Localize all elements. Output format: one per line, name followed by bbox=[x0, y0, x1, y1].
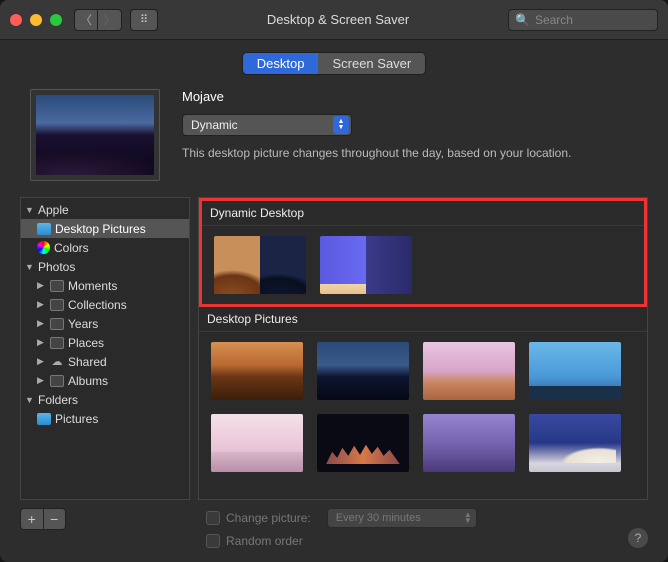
forward-button: 〉 bbox=[98, 9, 122, 31]
tree-item-shared[interactable]: ▶☁Shared bbox=[21, 352, 189, 371]
cloud-icon: ☁ bbox=[50, 356, 64, 368]
grid-icon: ⠿ bbox=[140, 13, 148, 26]
source-tree[interactable]: ▼Apple Desktop Pictures Colors ▼Photos ▶… bbox=[20, 197, 190, 500]
updown-icon: ▲▼ bbox=[464, 512, 472, 524]
tree-item-colors[interactable]: Colors bbox=[21, 238, 189, 257]
tree-item-collections[interactable]: ▶Collections bbox=[21, 295, 189, 314]
back-button[interactable]: 〈 bbox=[74, 9, 98, 31]
show-all-button[interactable]: ⠿ bbox=[130, 9, 158, 31]
tab-desktop[interactable]: Desktop bbox=[243, 53, 319, 74]
help-button[interactable]: ? bbox=[628, 528, 648, 548]
wallpaper-name: Mojave bbox=[182, 89, 648, 104]
tree-group-apple[interactable]: ▼Apple bbox=[21, 200, 189, 219]
tree-item-albums[interactable]: ▶Albums bbox=[21, 371, 189, 390]
tree-group-folders[interactable]: ▼Folders bbox=[21, 390, 189, 409]
disclosure-down-icon: ▼ bbox=[25, 205, 34, 215]
album-icon bbox=[50, 318, 64, 330]
wallpaper-thumb[interactable] bbox=[423, 342, 515, 400]
section-title: Dynamic Desktop bbox=[202, 201, 644, 226]
wallpaper-thumb[interactable] bbox=[214, 236, 306, 294]
help-icon: ? bbox=[635, 531, 642, 545]
tree-item-desktop-pictures[interactable]: Desktop Pictures bbox=[21, 219, 189, 238]
folder-icon bbox=[37, 223, 51, 235]
section-title: Desktop Pictures bbox=[199, 307, 647, 332]
album-icon bbox=[50, 337, 64, 349]
random-order-checkbox bbox=[206, 534, 220, 548]
change-picture-checkbox[interactable] bbox=[206, 511, 220, 525]
zoom-icon[interactable] bbox=[50, 14, 62, 26]
wallpaper-thumb[interactable] bbox=[423, 414, 515, 472]
bottom-controls: + − Change picture: Every 30 minutes ▲▼ … bbox=[20, 508, 648, 548]
disclosure-down-icon: ▼ bbox=[25, 262, 34, 272]
tree-item-places[interactable]: ▶Places bbox=[21, 333, 189, 352]
disclosure-right-icon: ▶ bbox=[37, 280, 46, 291]
wallpaper-thumb[interactable] bbox=[529, 342, 621, 400]
tree-item-moments[interactable]: ▶Moments bbox=[21, 276, 189, 295]
dropdown-value: Dynamic bbox=[191, 118, 238, 132]
wallpaper-thumb[interactable] bbox=[317, 414, 409, 472]
preferences-window: 〈 〉 ⠿ Desktop & Screen Saver 🔍 Search De… bbox=[0, 0, 668, 562]
close-icon[interactable] bbox=[10, 14, 22, 26]
album-icon bbox=[50, 375, 64, 387]
section-desktop-pictures: Desktop Pictures bbox=[199, 307, 647, 482]
options-group: Change picture: Every 30 minutes ▲▼ Rand… bbox=[206, 508, 477, 548]
add-folder-button[interactable]: + bbox=[21, 509, 44, 529]
search-icon: 🔍 bbox=[515, 13, 530, 27]
wallpaper-preview bbox=[30, 89, 160, 181]
disclosure-right-icon: ▶ bbox=[37, 299, 46, 310]
tree-item-years[interactable]: ▶Years bbox=[21, 314, 189, 333]
appearance-mode-dropdown[interactable]: Dynamic ▲▼ bbox=[182, 114, 352, 136]
titlebar: 〈 〉 ⠿ Desktop & Screen Saver 🔍 Search bbox=[0, 0, 668, 40]
section-dynamic-desktop: Dynamic Desktop bbox=[199, 198, 647, 307]
wallpaper-thumb[interactable] bbox=[211, 414, 303, 472]
window-controls bbox=[10, 14, 62, 26]
wallpaper-thumb[interactable] bbox=[529, 414, 621, 472]
window-title: Desktop & Screen Saver bbox=[168, 12, 508, 27]
album-icon bbox=[50, 280, 64, 292]
disclosure-right-icon: ▶ bbox=[37, 337, 46, 348]
disclosure-down-icon: ▼ bbox=[25, 395, 34, 405]
preview-details: Mojave Dynamic ▲▼ This desktop picture c… bbox=[182, 89, 648, 181]
preview-row: Mojave Dynamic ▲▼ This desktop picture c… bbox=[20, 89, 648, 181]
wallpaper-thumb[interactable] bbox=[317, 342, 409, 400]
chevron-right-icon: 〉 bbox=[103, 11, 115, 28]
minimize-icon[interactable] bbox=[30, 14, 42, 26]
remove-folder-button[interactable]: − bbox=[44, 509, 66, 529]
interval-value: Every 30 minutes bbox=[336, 512, 421, 524]
updown-icon: ▲▼ bbox=[333, 116, 349, 134]
wallpaper-preview-image bbox=[36, 95, 154, 175]
search-field[interactable]: 🔍 Search bbox=[508, 9, 658, 31]
nav-buttons: 〈 〉 bbox=[74, 9, 122, 31]
thumbnail-row bbox=[202, 226, 644, 304]
content-area: Desktop Screen Saver Mojave Dynamic ▲▼ T… bbox=[0, 40, 668, 562]
disclosure-right-icon: ▶ bbox=[37, 375, 46, 386]
lower-panel: ▼Apple Desktop Pictures Colors ▼Photos ▶… bbox=[20, 197, 648, 500]
tab-bar: Desktop Screen Saver bbox=[20, 52, 648, 75]
add-remove-segmented: + − bbox=[20, 508, 66, 530]
plus-icon: + bbox=[28, 511, 36, 527]
minus-icon: − bbox=[50, 511, 58, 527]
thumbnail-grid bbox=[199, 332, 647, 482]
disclosure-right-icon: ▶ bbox=[37, 318, 46, 329]
tree-item-pictures[interactable]: Pictures bbox=[21, 409, 189, 428]
search-placeholder: Search bbox=[535, 13, 573, 27]
change-picture-label: Change picture: bbox=[226, 511, 311, 525]
change-interval-dropdown: Every 30 minutes ▲▼ bbox=[327, 508, 477, 528]
chevron-left-icon: 〈 bbox=[80, 11, 92, 28]
wallpaper-thumb[interactable] bbox=[211, 342, 303, 400]
color-wheel-icon bbox=[37, 241, 50, 254]
tab-screensaver[interactable]: Screen Saver bbox=[318, 53, 425, 74]
wallpaper-description: This desktop picture changes throughout … bbox=[182, 146, 648, 160]
wallpaper-gallery: Dynamic Desktop Desktop Pictures bbox=[198, 197, 648, 500]
random-order-label: Random order bbox=[226, 534, 303, 548]
album-icon bbox=[50, 299, 64, 311]
folder-icon bbox=[37, 413, 51, 425]
disclosure-right-icon: ▶ bbox=[37, 356, 46, 367]
wallpaper-thumb[interactable] bbox=[320, 236, 412, 294]
tree-group-photos[interactable]: ▼Photos bbox=[21, 257, 189, 276]
